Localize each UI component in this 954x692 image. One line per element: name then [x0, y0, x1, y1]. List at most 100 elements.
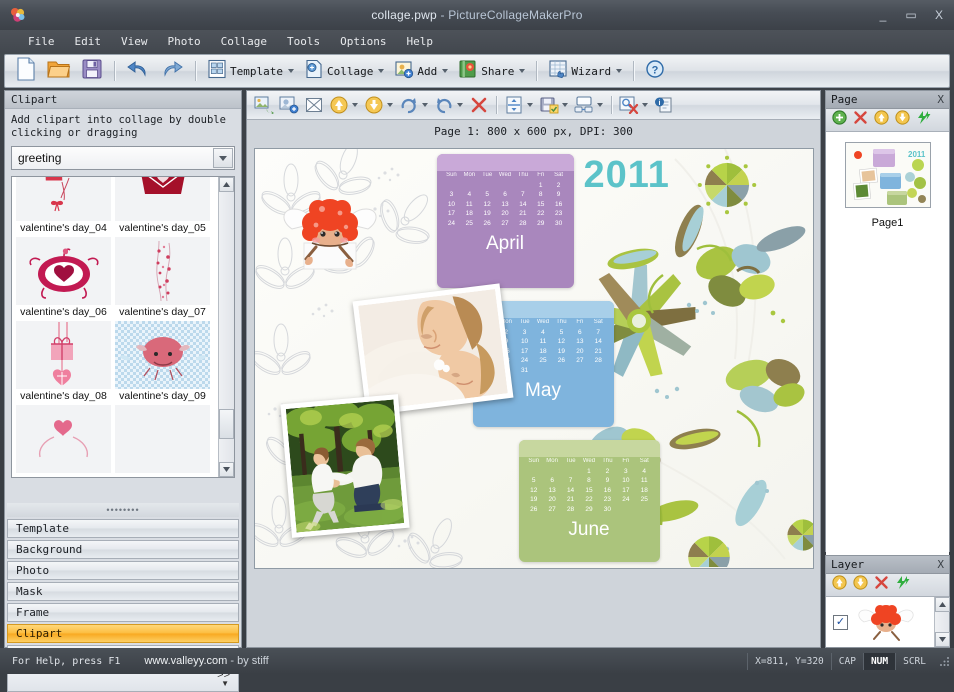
menu-item-tools[interactable]: Tools [277, 33, 330, 50]
add-button[interactable]: Add [390, 57, 452, 85]
resize-grip-icon[interactable] [937, 654, 951, 668]
calendar-june[interactable]: Sun Mon Tue Wed Thu Fri Sat 1 [519, 440, 660, 562]
minimize-button[interactable]: _ [876, 8, 890, 22]
chevron-down-icon[interactable] [422, 103, 428, 107]
clipart-thumb-valentine-09[interactable] [115, 321, 210, 389]
chevron-down-icon[interactable] [642, 103, 648, 107]
undo-button[interactable] [122, 57, 154, 85]
page-item[interactable]: 2011 [826, 132, 949, 229]
rotate-right-button[interactable] [397, 93, 421, 117]
clipart-scroll-thumb[interactable] [219, 409, 234, 439]
move-up-button[interactable] [327, 93, 351, 117]
layer-panel-close-button[interactable]: X [937, 558, 944, 571]
collage-canvas[interactable]: 2011 Sun Mon Tue Wed Thu Fri Sat [254, 148, 814, 569]
collage-year-text[interactable]: 2011 [584, 154, 670, 197]
clipart-thumb-blank[interactable] [115, 405, 210, 473]
template-button[interactable]: Template [203, 57, 298, 85]
new-file-button[interactable] [11, 57, 41, 85]
help-button[interactable]: ? [641, 57, 669, 85]
chevron-down-icon[interactable] [352, 103, 358, 107]
clipart-thumb-valentine-05[interactable] [115, 176, 210, 221]
clipart-item[interactable]: valentine's day_04 [16, 176, 111, 235]
page-panel-close-button[interactable]: X [937, 93, 944, 106]
chevron-down-icon[interactable] [597, 103, 603, 107]
clipart-item[interactable]: valentine's day_06 [16, 237, 111, 319]
menu-item-help[interactable]: Help [396, 33, 443, 50]
chevron-down-icon[interactable] [288, 69, 294, 73]
refresh-page-button[interactable] [916, 110, 932, 130]
scroll-up-arrow-icon[interactable] [219, 177, 234, 192]
rotate-left-button[interactable] [432, 93, 456, 117]
photo-park-running-child[interactable] [280, 394, 409, 538]
page-layout-button[interactable] [572, 93, 596, 117]
canvas-scroll-area[interactable]: 2011 Sun Mon Tue Wed Thu Fri Sat [247, 142, 820, 647]
move-page-up-button[interactable] [874, 110, 889, 130]
clipart-scrollbar[interactable] [218, 177, 234, 477]
scroll-up-arrow-icon[interactable] [935, 597, 950, 612]
chevron-down-icon[interactable] [616, 69, 622, 73]
save-page-button[interactable] [537, 93, 561, 117]
page-properties-button[interactable]: i [652, 93, 676, 117]
page-thumbnail-list[interactable]: 2011 [826, 132, 949, 555]
clipart-item[interactable]: valentine's day_08 [16, 321, 111, 403]
panel-splitter[interactable]: •••••••• [7, 503, 239, 517]
layer-list[interactable]: ✓ [826, 597, 949, 647]
clipart-thumb-swirl-heart[interactable] [16, 405, 111, 473]
clipart-item[interactable] [115, 405, 210, 473]
chevron-down-icon[interactable] [213, 148, 233, 168]
chevron-down-icon[interactable]: ▼ [221, 679, 229, 688]
delete-button[interactable] [467, 93, 491, 117]
save-file-button[interactable] [77, 57, 107, 85]
layer-down-button[interactable] [853, 575, 868, 595]
menu-item-options[interactable]: Options [330, 33, 396, 50]
fit-page-button[interactable] [502, 93, 526, 117]
clipart-thumb-valentine-06[interactable] [16, 237, 111, 305]
sidebar-item-frame[interactable]: Frame [7, 603, 239, 622]
refresh-layer-button[interactable] [895, 575, 911, 595]
chevron-down-icon[interactable] [527, 103, 533, 107]
chevron-down-icon[interactable] [457, 103, 463, 107]
sidebar-item-background[interactable]: Background [7, 540, 239, 559]
clipart-thumb-valentine-07[interactable] [115, 237, 210, 305]
move-down-button[interactable] [362, 93, 386, 117]
sidebar-item-mask[interactable]: Mask [7, 582, 239, 601]
menu-item-view[interactable]: View [111, 33, 158, 50]
delete-page-button[interactable] [853, 110, 868, 130]
clipart-item[interactable]: valentine's day_05 [115, 176, 210, 235]
redo-button[interactable] [156, 57, 188, 85]
layer-scrollbar[interactable] [934, 597, 949, 647]
chevron-down-icon[interactable] [562, 103, 568, 107]
close-button[interactable]: X [932, 8, 946, 22]
move-page-down-button[interactable] [895, 110, 910, 130]
add-page-button[interactable] [832, 110, 847, 130]
menu-item-photo[interactable]: Photo [158, 33, 211, 50]
calendar-april[interactable]: Sun Mon Tue Wed Thu Fri Sat [437, 154, 574, 288]
clipart-item[interactable] [16, 405, 111, 473]
red-haired-angel-clipart[interactable] [282, 195, 378, 277]
clipart-category-select[interactable]: greeting [11, 146, 235, 170]
clipart-item[interactable]: valentine's day_07 [115, 237, 210, 319]
scroll-down-arrow-icon[interactable] [935, 632, 950, 647]
chevron-down-icon[interactable] [519, 69, 525, 73]
clipart-thumbnail-grid[interactable]: valentine's day_04 valentine's day_05 [11, 176, 235, 478]
chevron-down-icon[interactable] [442, 69, 448, 73]
delete-layer-button[interactable] [874, 575, 889, 595]
layer-thumbnail[interactable] [855, 600, 917, 644]
chevron-down-icon[interactable] [387, 103, 393, 107]
menu-item-file[interactable]: File [18, 33, 65, 50]
sidebar-item-clipart[interactable]: Clipart [7, 624, 239, 643]
sidebar-item-template[interactable]: Template [7, 519, 239, 538]
replace-photo-button[interactable] [252, 93, 276, 117]
clipart-thumb-valentine-04[interactable] [16, 176, 111, 221]
menu-item-collage[interactable]: Collage [211, 33, 277, 50]
collage-button[interactable]: Collage [300, 57, 388, 85]
layer-up-button[interactable] [832, 575, 847, 595]
layer-visibility-checkbox[interactable]: ✓ [833, 615, 848, 630]
chevron-down-icon[interactable] [378, 69, 384, 73]
clipart-thumb-valentine-08[interactable] [16, 321, 111, 389]
menu-item-edit[interactable]: Edit [65, 33, 112, 50]
maximize-button[interactable]: ▭ [904, 8, 918, 22]
page-thumbnail[interactable]: 2011 [845, 142, 931, 208]
clipart-item[interactable]: valentine's day_09 [115, 321, 210, 403]
add-photo-button[interactable] [277, 93, 301, 117]
